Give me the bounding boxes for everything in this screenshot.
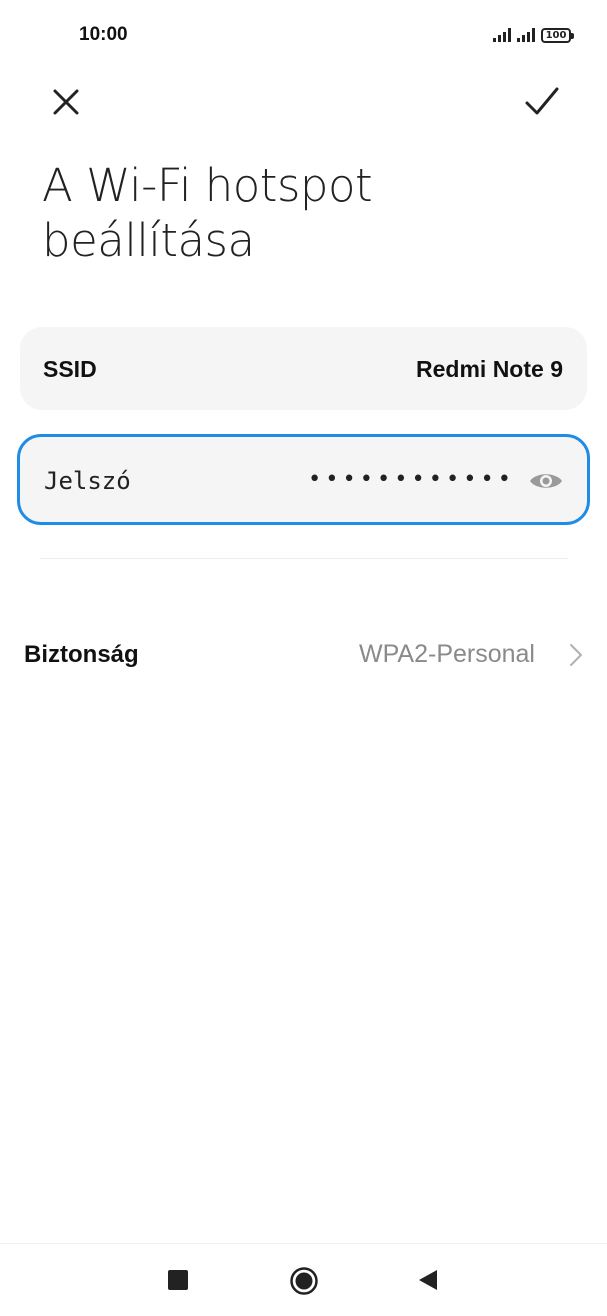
status-icons: 100 — [493, 24, 574, 46]
password-value: •••••••••••• — [308, 467, 515, 492]
signal-icon — [493, 28, 511, 42]
password-label: Jelszó — [44, 467, 131, 495]
security-value: WPA2-Personal — [359, 640, 535, 668]
eye-icon[interactable] — [528, 470, 564, 492]
page-title: A Wi-Fi hotspot beállítása — [42, 159, 373, 267]
security-row[interactable]: Biztonság WPA2-Personal — [0, 620, 607, 690]
ssid-value: Redmi Note 9 — [416, 356, 563, 382]
chevron-right-icon — [570, 644, 582, 666]
security-label: Biztonság — [24, 641, 139, 668]
ssid-label: SSID — [43, 356, 97, 382]
navigation-bar — [0, 1244, 607, 1316]
confirm-button[interactable] — [516, 78, 570, 128]
close-button[interactable] — [40, 78, 90, 128]
signal-icon — [517, 28, 535, 42]
back-button[interactable] — [417, 1268, 439, 1292]
ssid-field[interactable]: SSID Redmi Note 9 — [20, 327, 587, 410]
divider — [40, 558, 568, 559]
status-bar: 10:00 100 — [0, 0, 607, 72]
password-field[interactable]: Jelszó •••••••••••• — [17, 434, 590, 525]
close-icon — [53, 89, 79, 115]
status-time: 10:00 — [79, 24, 128, 45]
check-icon — [525, 87, 559, 115]
home-button[interactable] — [289, 1266, 319, 1296]
recents-button[interactable] — [168, 1270, 188, 1290]
battery-icon: 100 — [541, 27, 574, 43]
